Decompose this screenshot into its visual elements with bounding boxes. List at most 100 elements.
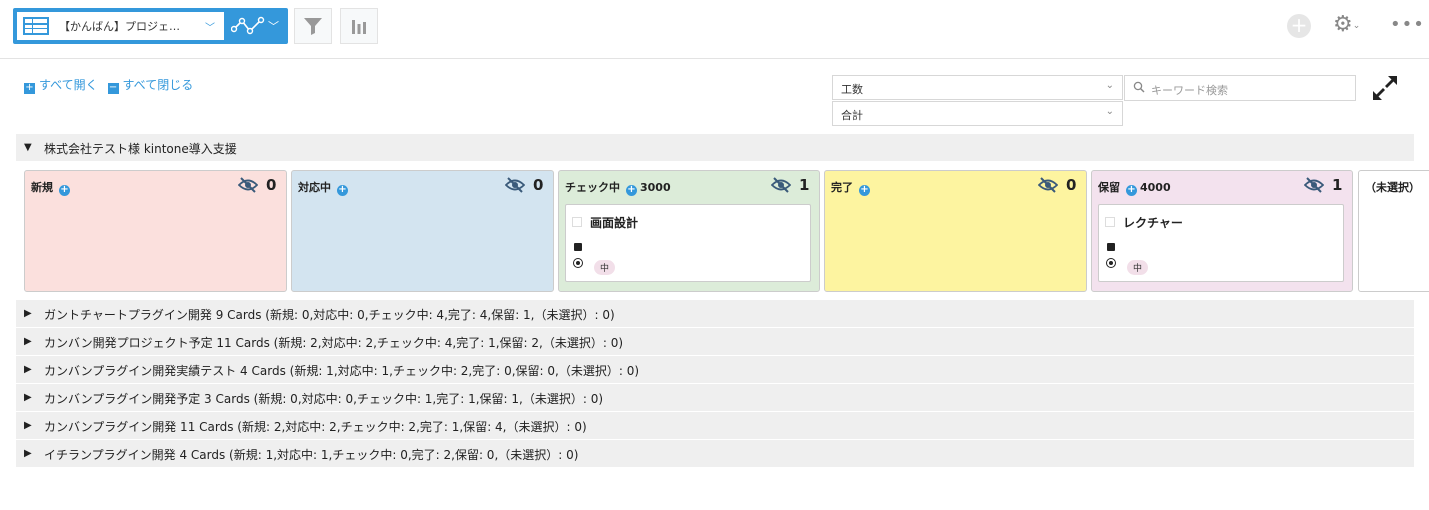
priority-radio-icon: [1106, 258, 1116, 268]
card-checkbox[interactable]: [572, 217, 582, 227]
lane-title: チェック中 +3000: [565, 179, 671, 196]
lane-title: 完了 +: [831, 179, 870, 196]
graph-button[interactable]: [340, 8, 378, 44]
hide-icon[interactable]: [771, 177, 791, 193]
collapse-all-link[interactable]: − すべて閉じる: [107, 78, 194, 94]
search-icon: [1133, 81, 1145, 93]
card-title: レクチャー: [1123, 216, 1183, 230]
hide-icon[interactable]: [238, 177, 258, 193]
add-card-icon[interactable]: +: [59, 185, 70, 196]
expand-controls: + すべて開く − すべて閉じる: [24, 76, 204, 95]
priority-badge: 中: [1127, 260, 1149, 275]
caret-down-icon: ▼: [24, 142, 32, 153]
kanban-card[interactable]: 画面設計中: [565, 204, 811, 282]
expand-all-label: すべて開く: [39, 78, 98, 92]
lane-count: 0: [533, 176, 544, 194]
lane-name: 完了: [831, 181, 853, 194]
hide-icon[interactable]: [1304, 177, 1324, 193]
lane-name: チェック中: [565, 181, 620, 194]
top-toolbar: 【かんばん】プロジェ… ﹀ ﹀ + ⚙⌄ •••: [0, 0, 1429, 59]
view-selector[interactable]: 【かんばん】プロジェ… ﹀ ﹀: [13, 8, 288, 44]
lane-title: 保留 +4000: [1098, 179, 1171, 196]
lane-name: 保留: [1098, 181, 1120, 194]
hide-icon[interactable]: [505, 177, 525, 193]
lane-total: 3000: [640, 181, 671, 194]
lane: 保留 +4000 1 レクチャー中: [1091, 170, 1353, 292]
bar-chart-icon: [352, 20, 366, 34]
filter-icon: [304, 18, 322, 35]
field-select-value: 工数: [841, 83, 863, 96]
add-card-icon[interactable]: +: [626, 185, 637, 196]
aggregation-select[interactable]: 合計 ⌄: [832, 101, 1123, 126]
add-card-icon[interactable]: +: [859, 185, 870, 196]
minus-icon: −: [107, 82, 119, 94]
graph-icon[interactable]: [231, 15, 265, 37]
caret-right-icon: ▶: [24, 364, 32, 375]
lane-total: 4000: [1140, 181, 1171, 194]
gear-icon[interactable]: ⚙⌄: [1333, 12, 1360, 37]
caret-right-icon: ▶: [24, 336, 32, 347]
group-header-collapsed[interactable]: ▶ イチランプラグイン開発 4 Cards (新規: 1,対応中: 1,チェック中…: [16, 440, 1414, 467]
view-name: 【かんばん】プロジェ…: [59, 20, 180, 33]
lane-title: 対応中 +: [298, 179, 348, 196]
group-header-collapsed[interactable]: ▶ カンバンプラグイン開発予定 3 Cards (新規: 0,対応中: 0,チェッ…: [16, 384, 1414, 411]
search-placeholder: キーワード検索: [1151, 84, 1228, 97]
fullscreen-icon[interactable]: [1371, 74, 1399, 102]
group-summary: ガントチャートプラグイン開発 9 Cards (新規: 0,対応中: 0,チェッ…: [44, 308, 615, 322]
aggregation-select-value: 合計: [841, 109, 863, 122]
group-summary: カンバンプラグイン開発 11 Cards (新規: 2,対応中: 2,チェック中…: [44, 420, 587, 434]
calendar-icon: [1107, 243, 1115, 251]
collapse-all-label: すべて閉じる: [122, 78, 194, 92]
caret-right-icon: ▶: [24, 448, 32, 459]
lane-title: （未選択）: [1365, 179, 1420, 195]
expand-all-link[interactable]: + すべて開く: [24, 78, 98, 94]
more-icon[interactable]: •••: [1390, 14, 1425, 35]
add-card-icon[interactable]: +: [337, 185, 348, 196]
group-header-collapsed[interactable]: ▶ ガントチャートプラグイン開発 9 Cards (新規: 0,対応中: 0,チェ…: [16, 300, 1414, 327]
lane: チェック中 +3000 1 画面設計中: [558, 170, 820, 292]
caret-right-icon: ▶: [24, 392, 32, 403]
chevron-down-icon: ⌄: [1105, 106, 1114, 117]
lane-name: 対応中: [298, 181, 331, 194]
group-header-collapsed[interactable]: ▶ カンバンプラグイン開発実績テスト 4 Cards (新規: 1,対応中: 1,…: [16, 356, 1414, 383]
add-icon[interactable]: +: [1287, 14, 1311, 38]
priority-radio-icon: [573, 258, 583, 268]
add-card-icon[interactable]: +: [1126, 185, 1137, 196]
kanban-card[interactable]: レクチャー中: [1098, 204, 1344, 282]
chevron-down-icon[interactable]: ﹀: [268, 18, 279, 34]
lane-name: 新規: [31, 181, 53, 194]
lane-name: （未選択）: [1365, 181, 1420, 194]
search-input[interactable]: キーワード検索: [1124, 75, 1356, 101]
group-header-collapsed[interactable]: ▶ カンバンプラグイン開発 11 Cards (新規: 2,対応中: 2,チェック…: [16, 412, 1414, 439]
group-title: 株式会社テスト様 kintone導入支援: [44, 142, 237, 156]
group-header-open[interactable]: ▼ 株式会社テスト様 kintone導入支援: [16, 134, 1414, 161]
lane-count: 0: [266, 176, 277, 194]
group-summary: カンバンプラグイン開発予定 3 Cards (新規: 0,対応中: 0,チェック…: [44, 392, 604, 406]
lane: 対応中 +0: [291, 170, 554, 292]
calendar-icon: [574, 243, 582, 251]
caret-right-icon: ▶: [24, 420, 32, 431]
priority-badge: 中: [594, 260, 616, 275]
chevron-down-icon: ⌄: [1105, 80, 1114, 91]
lane-count: 0: [1066, 176, 1077, 194]
lane: 完了 +0: [824, 170, 1087, 292]
caret-right-icon: ▶: [24, 308, 32, 319]
view-dropdown[interactable]: 【かんばん】プロジェ… ﹀: [16, 11, 225, 41]
lane-count: 1: [1332, 176, 1343, 194]
hide-icon[interactable]: [1038, 177, 1058, 193]
lane-title: 新規 +: [31, 179, 70, 196]
lane: 新規 +0: [24, 170, 287, 292]
filter-button[interactable]: [294, 8, 332, 44]
group-summary: カンバンプラグイン開発実績テスト 4 Cards (新規: 1,対応中: 1,チ…: [44, 364, 640, 378]
table-icon: [23, 17, 49, 35]
group-summary: イチランプラグイン開発 4 Cards (新規: 1,対応中: 1,チェック中:…: [44, 448, 579, 462]
lane-count: 1: [799, 176, 810, 194]
plus-icon: +: [24, 82, 35, 94]
field-select[interactable]: 工数 ⌄: [832, 75, 1123, 100]
card-checkbox[interactable]: [1105, 217, 1115, 227]
chevron-down-icon: ﹀: [205, 22, 215, 34]
lane: （未選択）: [1358, 170, 1429, 292]
card-title: 画面設計: [590, 216, 639, 230]
group-header-collapsed[interactable]: ▶ カンバン開発プロジェクト予定 11 Cards (新規: 2,対応中: 2,チ…: [16, 328, 1414, 355]
group-summary: カンバン開発プロジェクト予定 11 Cards (新規: 2,対応中: 2,チェ…: [44, 336, 624, 350]
